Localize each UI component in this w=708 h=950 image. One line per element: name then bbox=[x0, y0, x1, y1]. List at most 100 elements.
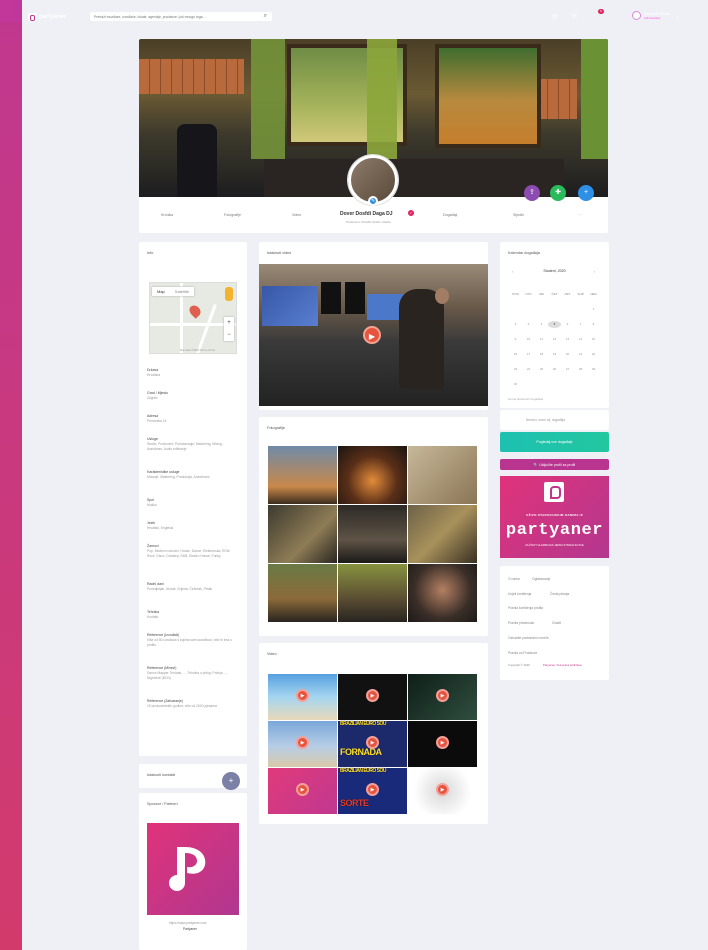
play-icon[interactable]: ▶ bbox=[296, 689, 309, 702]
calendar-icon[interactable]: ▤ bbox=[552, 13, 558, 20]
calendar-day[interactable]: 25 bbox=[535, 366, 548, 373]
link-faq[interactable]: Česta pitanja bbox=[550, 592, 569, 596]
calendar-day[interactable]: 3 bbox=[522, 321, 535, 328]
play-icon[interactable]: ▶ bbox=[296, 736, 309, 749]
link-privacy[interactable]: Pravila privatnosti bbox=[508, 621, 534, 625]
calendar-day[interactable]: 15 bbox=[587, 336, 600, 343]
search-box[interactable]: ⌕ bbox=[90, 12, 272, 21]
calendar-day[interactable]: 17 bbox=[522, 351, 535, 358]
photo-thumb[interactable] bbox=[408, 446, 477, 504]
play-icon[interactable]: ▶ bbox=[366, 689, 379, 702]
video-thumb[interactable]: ▶ bbox=[408, 768, 477, 814]
more-icon[interactable]: ··· bbox=[579, 213, 583, 217]
sponsor-name[interactable]: Partyaner bbox=[183, 927, 197, 931]
video-thumb[interactable]: ▶ bbox=[268, 768, 337, 814]
calendar-day[interactable]: 20 bbox=[561, 351, 574, 358]
logo[interactable]: partyaner bbox=[28, 12, 66, 21]
add-contact-icon[interactable]: ✚ bbox=[550, 185, 566, 201]
add-contact-button[interactable]: + bbox=[222, 772, 240, 790]
calendar-day[interactable]: 2 bbox=[509, 321, 522, 328]
calendar-day[interactable]: 16 bbox=[509, 351, 522, 358]
promote-profile-button[interactable]: 🔍 Uključite profil za profil bbox=[500, 459, 609, 470]
tab-kronika[interactable]: Kronika bbox=[161, 213, 173, 217]
map-pin-icon[interactable] bbox=[187, 303, 203, 319]
photo-thumb[interactable] bbox=[338, 564, 407, 622]
calendar-day[interactable]: 7 bbox=[574, 321, 587, 328]
play-icon[interactable]: ▶ bbox=[366, 783, 379, 796]
pegman-icon[interactable] bbox=[225, 287, 233, 301]
link-gradit[interactable]: Gradit bbox=[552, 621, 561, 625]
play-icon[interactable]: ▶ bbox=[296, 783, 309, 796]
partyaner-ad-banner[interactable]: UŽIVO STARUDIJSKIM DANIMA IZ partyaner Z… bbox=[500, 476, 609, 558]
sponsor-link[interactable]: https://www.partyaner.com bbox=[169, 921, 206, 925]
link-ads[interactable]: Oglašavanje bbox=[532, 577, 550, 581]
copyright-link[interactable]: Partyaner. Sva prava pridržana. bbox=[543, 663, 582, 667]
photo-thumb[interactable] bbox=[338, 505, 407, 563]
play-icon[interactable]: ▶ bbox=[363, 326, 381, 344]
sponsor-logo[interactable] bbox=[147, 823, 239, 915]
search-input[interactable] bbox=[90, 12, 255, 21]
calendar-day[interactable]: 27 bbox=[561, 366, 574, 373]
chevron-right-icon[interactable]: › bbox=[594, 269, 595, 274]
link-seller-rules[interactable]: Pravila za Prodavce bbox=[508, 651, 537, 655]
play-icon[interactable]: ▶ bbox=[436, 689, 449, 702]
add-icon[interactable]: + bbox=[578, 185, 594, 201]
calendar-day[interactable]: 12 bbox=[548, 336, 561, 343]
video-thumb[interactable]: ▶ bbox=[268, 721, 337, 767]
calendar-day[interactable]: 24 bbox=[522, 366, 535, 373]
map-tab[interactable]: Map bbox=[152, 287, 170, 296]
tab-video[interactable]: Video bbox=[292, 213, 301, 217]
calendar-day[interactable]: 1 bbox=[587, 306, 600, 313]
calendar-day[interactable]: 23 bbox=[509, 366, 522, 373]
video-thumb[interactable]: ▶ bbox=[268, 674, 337, 720]
photo-thumb[interactable] bbox=[408, 564, 477, 622]
all-events-button[interactable]: Pogledaj sve događaje bbox=[500, 432, 609, 452]
play-icon[interactable]: ▶ bbox=[366, 736, 379, 749]
calendar-day[interactable]: 29 bbox=[587, 366, 600, 373]
play-icon[interactable]: ▶ bbox=[436, 736, 449, 749]
photo-thumb[interactable] bbox=[268, 505, 337, 563]
featured-video[interactable]: ▶ bbox=[259, 264, 488, 406]
user-menu[interactable]: Partyaner Official Administrator ⌄ bbox=[632, 11, 679, 20]
video-thumb[interactable]: BRAZILIAN EURO SOU FORNADA ▶ bbox=[338, 721, 407, 767]
video-thumb[interactable]: ▶ bbox=[408, 721, 477, 767]
share-icon[interactable]: ⇪ bbox=[524, 185, 540, 201]
video-thumb[interactable]: ▶ bbox=[408, 674, 477, 720]
map[interactable]: Map Satellite + − Map data ©2020 Terms of… bbox=[149, 282, 237, 354]
tab-sljedbi[interactable]: Sljedbi bbox=[513, 213, 524, 217]
calendar-day[interactable]: 11 bbox=[535, 336, 548, 343]
calendar-day[interactable]: 9 bbox=[509, 336, 522, 343]
messages-icon[interactable]: ✉ bbox=[572, 13, 577, 20]
calendar-day[interactable]: 13 bbox=[561, 336, 574, 343]
calendar-day[interactable]: 10 bbox=[522, 336, 535, 343]
calendar-day[interactable]: 30 bbox=[509, 381, 522, 388]
calendar-day[interactable]: 18 bbox=[535, 351, 548, 358]
photo-thumb[interactable] bbox=[268, 564, 337, 622]
link-about[interactable]: O nama bbox=[508, 577, 520, 581]
map-type-toggle[interactable]: Map Satellite bbox=[152, 287, 195, 296]
link-profile-rules[interactable]: Pravila korištenja profila bbox=[508, 606, 543, 610]
zoom-control[interactable]: + − bbox=[224, 317, 234, 341]
video-thumb[interactable]: BRAZILIAN EURO SOU SORTE ▶ bbox=[338, 768, 407, 814]
calendar-day[interactable]: 4 bbox=[535, 321, 548, 328]
search-icon[interactable]: ⌕ bbox=[264, 13, 267, 20]
camera-icon[interactable]: ✎ bbox=[368, 196, 378, 206]
photo-thumb[interactable] bbox=[408, 505, 477, 563]
calendar-day[interactable]: 22 bbox=[587, 351, 600, 358]
tab-dogadaji[interactable]: Događaji bbox=[443, 213, 457, 217]
play-icon[interactable]: ▶ bbox=[436, 783, 449, 796]
calendar-day[interactable]: 28 bbox=[574, 366, 587, 373]
video-thumb[interactable]: ▶ bbox=[338, 674, 407, 720]
calendar-day[interactable]: 21 bbox=[574, 351, 587, 358]
chevron-down-icon[interactable]: ⌄ bbox=[676, 13, 679, 18]
tab-fotografije[interactable]: Fotografije bbox=[224, 213, 241, 217]
calendar-day[interactable]: 14 bbox=[574, 336, 587, 343]
link-terms[interactable]: Uvjeti korištenja bbox=[508, 592, 531, 596]
calendar-day[interactable]: 5 bbox=[548, 321, 561, 328]
photo-thumb[interactable] bbox=[338, 446, 407, 504]
link-partnership[interactable]: Ostvarite partnerstvo mreže bbox=[508, 636, 549, 640]
calendar-day[interactable]: 26 bbox=[548, 366, 561, 373]
photo-thumb[interactable] bbox=[268, 446, 337, 504]
calendar-day[interactable]: 19 bbox=[548, 351, 561, 358]
satellite-tab[interactable]: Satellite bbox=[170, 287, 194, 296]
